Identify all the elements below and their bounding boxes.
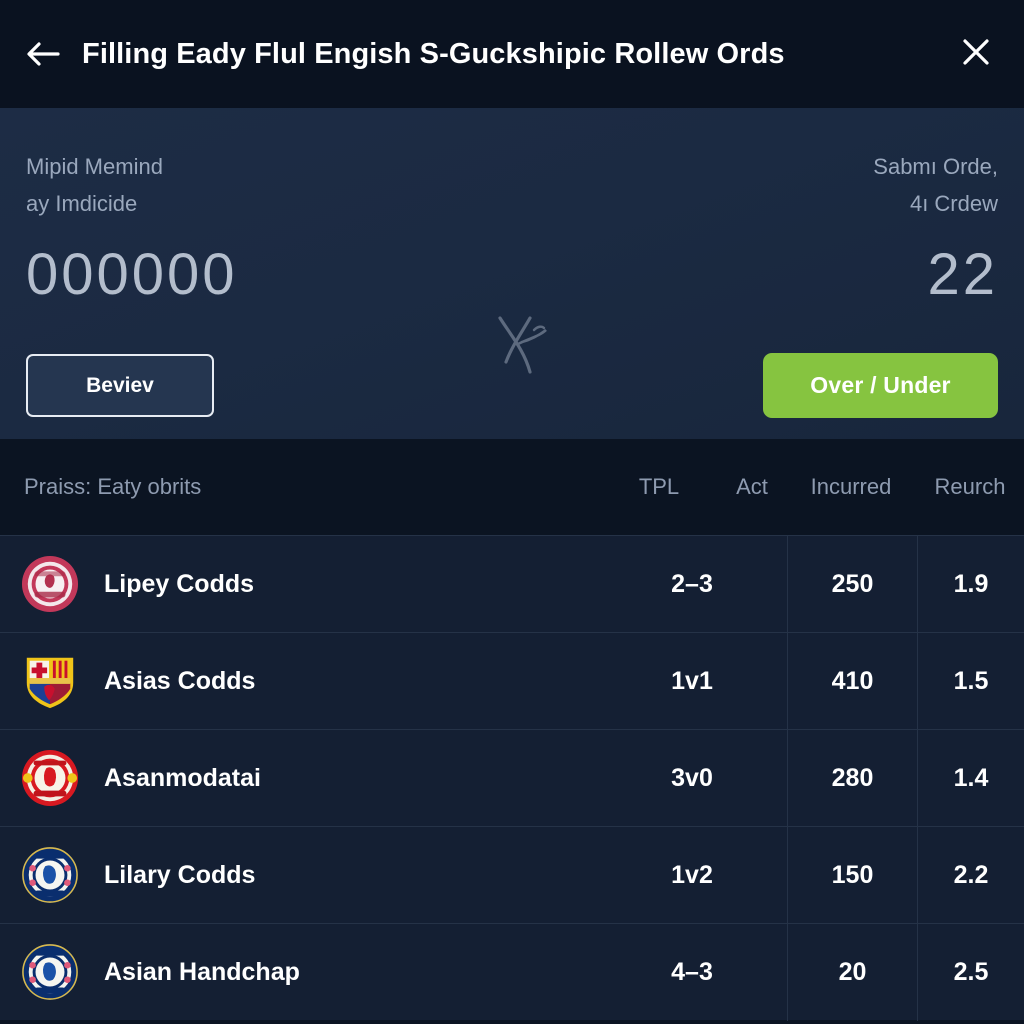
page-title: Filling Eady Flul Engish S-Guckshipic Ro… [82,37,785,70]
row-market-name: Asian Handchap [104,957,300,986]
table-row[interactable]: Asias Codds 1v1 410 1.5 [0,632,1024,730]
row-tpl-value: 2–3 [671,569,713,598]
column-header-reurch: Reurch [934,474,1006,499]
row-incurred-value: 20 [787,923,917,1021]
row-incurred-value: 250 [787,535,917,633]
summary-action-row: Beviev Over / Under [0,353,1024,418]
team-crest [0,943,100,1001]
summary-right-value: 22 [927,242,998,307]
table-row[interactable]: Lilary Codds 1v2 150 2.2 [0,826,1024,924]
odds-table: Praiss: Eaty obrits TPL Act Incurred Reu… [0,439,1024,1024]
summary-left-label-line2: ay Imdicide [26,191,138,216]
row-incurred-value: 280 [787,729,917,827]
back-button[interactable] [22,33,64,75]
beview-button[interactable]: Beviev [26,354,214,417]
row-market-name: Asanmodatai [104,763,261,792]
table-header-row: Praiss: Eaty obrits TPL Act Incurred Reu… [0,439,1024,535]
arrow-left-icon [26,41,60,67]
table-row[interactable]: Asanmodatai 3v0 280 1.4 [0,729,1024,827]
team-crest [0,555,100,613]
summary-right-label-line2: 4ı Crdew [909,191,998,216]
summary-left-label-line1: Mipid Memind [26,154,163,179]
row-reurch-value[interactable]: 2.5 [917,923,1024,1021]
row-incurred-value: 410 [787,632,917,730]
team-crest [0,846,100,904]
column-header-incurred: Incurred [810,474,892,499]
column-header-act: Act [736,474,768,499]
row-tpl-value: 1v2 [671,860,713,889]
row-tpl-value: 4–3 [671,957,713,986]
close-icon [961,37,991,72]
close-button[interactable] [954,32,998,76]
row-market-name: Lilary Codds [104,860,256,889]
summary-right-label-line1: Sabmı Orde, [873,154,998,179]
app-root: Filling Eady Flul Engish S-Guckshipic Ro… [0,0,1024,1024]
row-market-name: Lipey Codds [104,569,255,598]
row-reurch-value[interactable]: 1.4 [917,729,1024,827]
column-header-tpl: TPL [638,474,680,499]
summary-right-block: Sabmı Orde, 4ı Crdew 22 [558,148,998,306]
row-reurch-value[interactable]: 1.9 [917,535,1024,633]
over-under-button[interactable]: Over / Under [763,353,998,418]
column-header-name: Praiss: Eaty obrits [24,474,202,499]
table-row[interactable]: Lipey Codds 2–3 250 1.9 [0,535,1024,633]
row-tpl-value: 1v1 [671,666,713,695]
summary-left-value: 000000 [26,242,238,307]
team-crest [0,749,100,807]
row-reurch-value[interactable]: 1.5 [917,632,1024,730]
row-reurch-value[interactable]: 2.2 [917,826,1024,924]
table-row[interactable]: Asian Handchap 4–3 20 2.5 [0,923,1024,1021]
row-incurred-value: 150 [787,826,917,924]
table-body: Lipey Codds 2–3 250 1.9 Asias Codds 1v1 410 1.5… [0,535,1024,1021]
summary-panel: Mipid Memind ay Imdicide 000000 Sabmı Or… [0,108,1024,439]
titlebar: Filling Eady Flul Engish S-Guckshipic Ro… [0,0,1024,108]
team-crest [0,652,100,710]
row-tpl-value: 3v0 [671,763,713,792]
row-market-name: Asias Codds [104,666,256,695]
summary-left-block: Mipid Memind ay Imdicide 000000 [26,148,466,306]
